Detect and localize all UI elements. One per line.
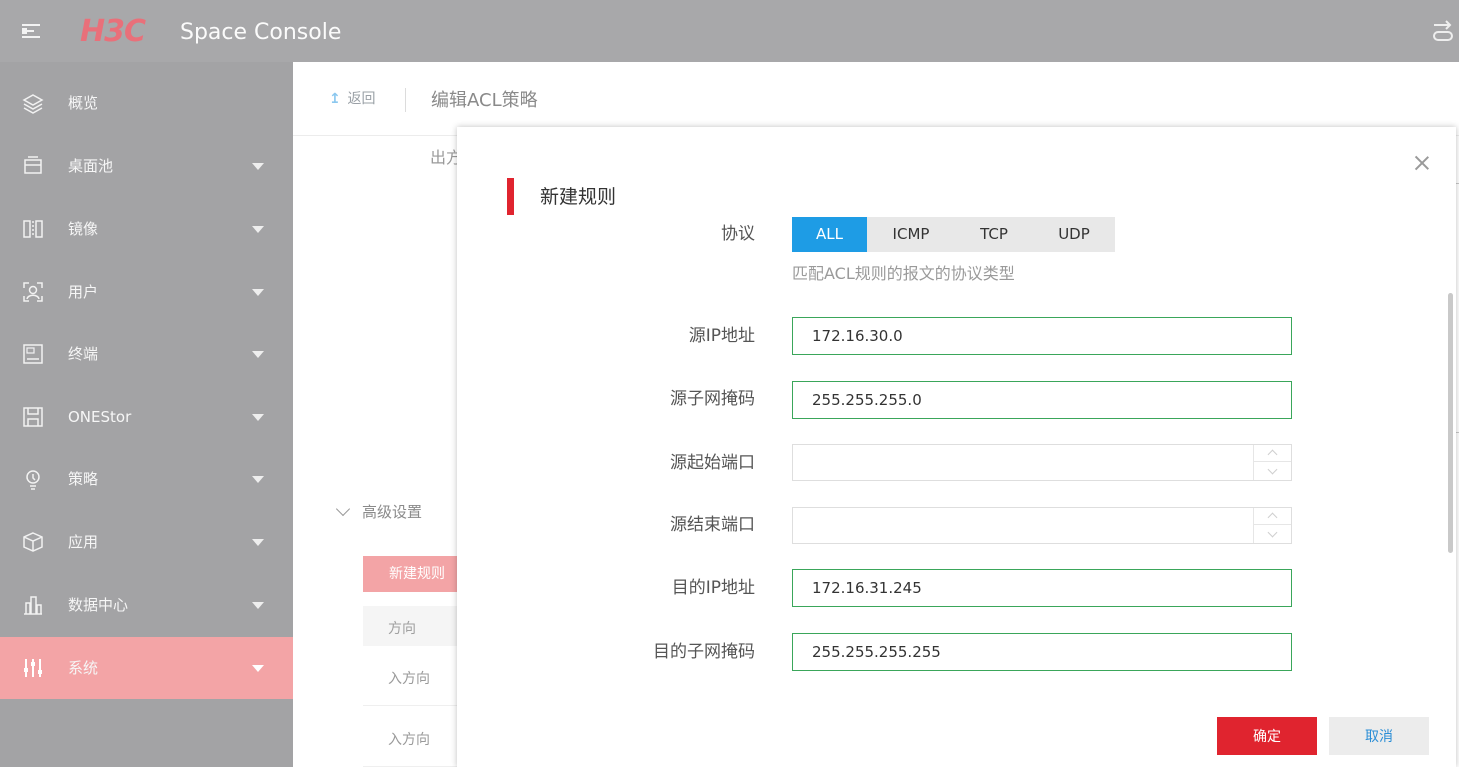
protocol-option-all[interactable]: ALL [792, 217, 867, 252]
sidebar-item-users[interactable]: 用户 [0, 261, 293, 323]
dialog-title: 新建规则 [540, 186, 617, 208]
protocol-option-udp[interactable]: UDP [1033, 217, 1115, 252]
protocol-option-tcp[interactable]: TCP [955, 217, 1033, 252]
switch-view-icon[interactable] [1431, 18, 1455, 44]
row-direction: 入方向 [388, 671, 430, 687]
datacenter-icon [24, 596, 42, 615]
back-label: 返回 [347, 91, 376, 107]
protocol-help-text: 匹配ACL规则的报文的协议类型 [792, 264, 1015, 283]
storage-icon [23, 407, 43, 427]
sidebar-item-label: 数据中心 [68, 596, 129, 614]
sidebar-item-system[interactable]: 系统 [0, 637, 293, 699]
src-ip-label: 源IP地址 [688, 326, 755, 346]
sidebar-item-label: 概览 [68, 94, 99, 112]
desktop-pool-icon [24, 156, 42, 174]
app-box-icon [23, 532, 43, 552]
src-mask-label: 源子网掩码 [670, 389, 755, 409]
section-accent-bar [507, 178, 514, 215]
src-port-start-input[interactable] [792, 444, 1292, 481]
table-row: 入方向 [363, 707, 463, 767]
sidebar-item-label: 策略 [68, 470, 99, 488]
image-icon [23, 220, 43, 238]
user-icon [23, 282, 43, 302]
chevron-down-icon [252, 226, 264, 233]
src-port-end-label: 源结束端口 [670, 515, 755, 535]
header-divider [405, 88, 406, 112]
sidebar-item-desktop-pool[interactable]: 桌面池 [0, 135, 293, 197]
advanced-settings-label: 高级设置 [362, 503, 423, 521]
protocol-selector: ALL ICMP TCP UDP [792, 217, 1115, 252]
page-title: 编辑ACL策略 [431, 90, 538, 111]
row-direction: 入方向 [388, 732, 430, 748]
chevron-down-icon [252, 351, 264, 358]
protocol-option-icmp[interactable]: ICMP [867, 217, 955, 252]
table-header: 方向 [363, 606, 463, 646]
page-header: ↥ 返回 编辑ACL策略 [293, 62, 1459, 136]
sidebar-item-label: ONEStor [68, 408, 132, 426]
brand-logo: H3C [80, 14, 146, 49]
terminal-icon [23, 344, 43, 364]
advanced-settings-toggle[interactable]: 高级设置 [335, 501, 423, 522]
dst-mask-label: 目的子网掩码 [653, 642, 755, 662]
close-icon[interactable] [1414, 155, 1430, 171]
src-mask-input[interactable]: 255.255.255.0 [792, 381, 1292, 419]
product-name: Space Console [180, 20, 342, 45]
confirm-button[interactable]: 确定 [1217, 717, 1317, 755]
src-port-end-input[interactable] [792, 507, 1292, 544]
new-rule-dialog: 新建规则 协议 ALL ICMP TCP UDP 匹配ACL规则的报文的协议类型… [457, 127, 1456, 767]
port-stepper [1253, 445, 1291, 480]
sidebar-item-image[interactable]: 镜像 [0, 198, 293, 260]
sidebar: 概览 桌面池 镜像 用户 终端 ONEStor 策略 应用 数据中心 系统 [0, 62, 293, 767]
policy-icon [26, 470, 40, 490]
protocol-label: 协议 [721, 224, 755, 244]
sidebar-item-label: 桌面池 [68, 157, 114, 175]
dialog-scrollbar-thumb[interactable] [1448, 293, 1453, 553]
stepper-down-icon[interactable] [1254, 526, 1291, 543]
sidebar-item-datacenter[interactable]: 数据中心 [0, 574, 293, 636]
sidebar-item-terminal[interactable]: 终端 [0, 323, 293, 385]
layers-icon [22, 94, 44, 114]
sliders-icon [24, 659, 42, 677]
dst-mask-input[interactable]: 255.255.255.255 [792, 633, 1292, 671]
menu-toggle-icon[interactable] [22, 22, 42, 40]
dst-ip-input[interactable]: 172.16.31.245 [792, 569, 1292, 607]
sidebar-item-policy[interactable]: 策略 [0, 448, 293, 510]
back-button[interactable]: ↥ 返回 [329, 90, 375, 108]
new-rule-button[interactable]: 新建规则 [363, 556, 463, 592]
src-ip-input[interactable]: 172.16.30.0 [792, 317, 1292, 355]
port-stepper [1253, 508, 1291, 543]
table-row: 入方向 [363, 646, 463, 706]
sidebar-item-label: 应用 [68, 533, 99, 551]
cancel-button[interactable]: 取消 [1329, 717, 1429, 755]
chevron-down-icon [252, 539, 264, 546]
top-header: H3C Space Console [0, 0, 1459, 62]
chevron-down-icon [252, 602, 264, 609]
chevron-down-icon [252, 476, 264, 483]
sidebar-item-overview[interactable]: 概览 [0, 72, 293, 134]
dst-ip-label: 目的IP地址 [671, 578, 755, 598]
arrow-up-icon: ↥ [329, 91, 341, 107]
stepper-up-icon[interactable] [1254, 445, 1291, 462]
chevron-down-icon [252, 289, 264, 296]
sidebar-item-label: 用户 [68, 283, 99, 301]
sidebar-item-label: 镜像 [68, 220, 99, 238]
stepper-up-icon[interactable] [1254, 508, 1291, 525]
sidebar-item-label: 终端 [68, 345, 99, 363]
chevron-down-icon [252, 665, 264, 672]
chevron-down-icon [252, 163, 264, 170]
chevron-down-icon [335, 501, 351, 517]
sidebar-item-apps[interactable]: 应用 [0, 511, 293, 573]
sidebar-item-onestor[interactable]: ONEStor [0, 386, 293, 448]
sidebar-item-label: 系统 [68, 659, 99, 677]
column-header-direction: 方向 [388, 621, 416, 637]
chevron-down-icon [252, 414, 264, 421]
src-port-start-label: 源起始端口 [670, 453, 755, 473]
stepper-down-icon[interactable] [1254, 463, 1291, 480]
